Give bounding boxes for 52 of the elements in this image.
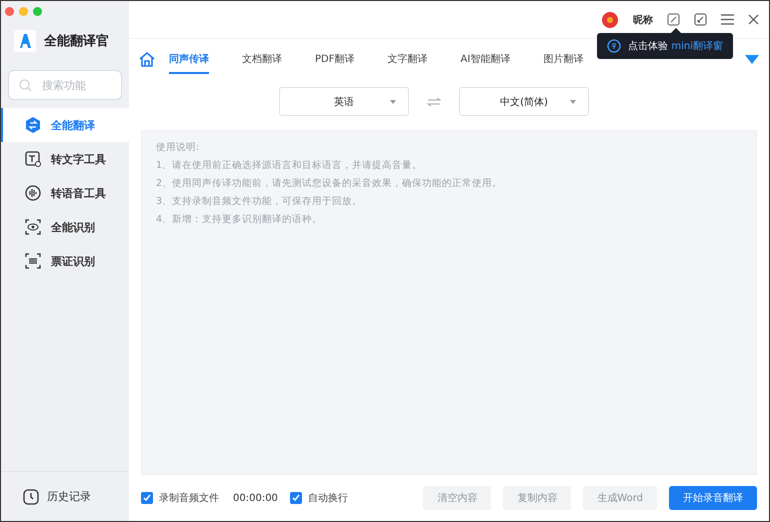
mini-window-icon[interactable] xyxy=(694,13,707,26)
instruction-text: 1、请在使用前正确选择源语言和目标语言，并请提高音量。 xyxy=(156,159,424,172)
home-icon[interactable] xyxy=(139,52,155,66)
search-icon xyxy=(19,78,32,92)
instruction-text: 使用说明: xyxy=(156,141,200,154)
instruction-text: 3、支持录制音频文件功能，可保存用于回放。 xyxy=(156,195,364,208)
menu-icon[interactable] xyxy=(721,14,734,25)
caret-icon xyxy=(390,100,396,104)
history-item[interactable]: 历史记录 xyxy=(1,471,129,521)
app-title: 全能翻译官 xyxy=(44,32,109,50)
hexagon-swap-icon xyxy=(25,117,41,133)
target-language-select[interactable]: 中文(简体) xyxy=(459,87,589,116)
eye-scan-icon xyxy=(25,219,41,235)
tab[interactable]: 文档翻译 xyxy=(242,44,282,74)
edit-icon[interactable] xyxy=(667,13,680,26)
action-button[interactable]: 开始录音翻译 xyxy=(669,486,757,510)
tab[interactable]: PDF翻译 xyxy=(315,44,354,74)
nickname[interactable]: 昵称 xyxy=(633,12,653,26)
translate-circle-icon xyxy=(607,39,622,53)
timer: 00:00:00 xyxy=(233,492,278,504)
instruction-text: 4、新增：支持更多识别翻译的语种。 xyxy=(156,213,324,226)
swap-icon[interactable] xyxy=(427,96,441,106)
sidebar-item[interactable]: 票证识别 xyxy=(1,244,129,278)
sidebar-item[interactable]: 全能翻译 xyxy=(1,108,129,142)
text-document-icon xyxy=(25,151,41,167)
close-dot[interactable] xyxy=(5,7,14,16)
instruction-text: 2、使用同声传译功能前，请先测试您设备的采音效果，确保功能的正常使用。 xyxy=(156,177,504,190)
search-input[interactable]: 搜索功能 xyxy=(40,78,110,92)
caret-icon xyxy=(570,100,576,104)
tab[interactable]: AI智能翻译 xyxy=(460,44,510,74)
tooltip-text: 点击体验 mini翻译窗 xyxy=(628,40,723,53)
autowrap-label: 自动换行 xyxy=(308,492,348,505)
source-language-select[interactable]: 英语 xyxy=(279,87,409,116)
tab[interactable]: 同声传译 xyxy=(169,44,209,74)
minimize-dot[interactable] xyxy=(19,7,28,16)
zoom-dot[interactable] xyxy=(33,7,42,16)
dropdown-triangle-icon[interactable] xyxy=(745,54,759,64)
sound-wave-icon xyxy=(25,185,41,201)
scan-icon xyxy=(25,253,41,269)
history-icon xyxy=(23,488,39,504)
logo-icon xyxy=(14,30,36,52)
avatar-icon[interactable] xyxy=(601,10,619,28)
close-icon[interactable] xyxy=(748,14,759,25)
sidebar-item[interactable]: 转文字工具 xyxy=(1,142,129,176)
tab[interactable]: 图片翻译 xyxy=(543,44,584,74)
record-label: 录制音频文件 xyxy=(159,492,219,505)
record-checkbox[interactable] xyxy=(141,492,153,504)
sidebar-item[interactable]: 全能识别 xyxy=(1,210,129,244)
autowrap-checkbox[interactable] xyxy=(290,492,302,504)
sidebar-item[interactable]: 转语音工具 xyxy=(1,176,129,210)
search-field[interactable]: 搜索功能 xyxy=(8,70,122,100)
tab[interactable]: 文字翻译 xyxy=(387,44,428,74)
